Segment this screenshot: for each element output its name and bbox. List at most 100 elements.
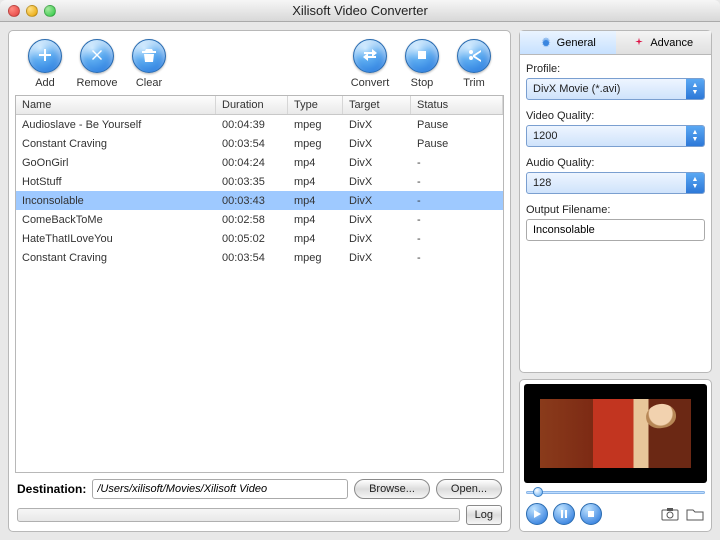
close-window-button[interactable] bbox=[8, 5, 20, 17]
trim-button[interactable]: Trim bbox=[448, 39, 500, 89]
open-button[interactable]: Open... bbox=[436, 479, 502, 499]
cell-name: Constant Craving bbox=[16, 249, 216, 267]
remove-label: Remove bbox=[71, 77, 123, 89]
cell-target: DivX bbox=[343, 135, 411, 153]
chevron-updown-icon: ▲▼ bbox=[686, 79, 704, 99]
profile-select[interactable]: DivX Movie (*.avi) ▲▼ bbox=[526, 78, 705, 100]
preview-video[interactable] bbox=[524, 384, 707, 483]
cell-duration: 00:03:35 bbox=[216, 173, 288, 191]
table-row[interactable]: HotStuff00:03:35mp4DivX- bbox=[16, 172, 503, 191]
cell-duration: 00:04:39 bbox=[216, 116, 288, 134]
table-header: Name Duration Type Target Status bbox=[16, 96, 503, 115]
audio-quality-label: Audio Quality: bbox=[526, 157, 705, 169]
table-row[interactable]: HateThatILoveYou00:05:02mp4DivX- bbox=[16, 229, 503, 248]
table-row[interactable]: Audioslave - Be Yourself00:04:39mpegDivX… bbox=[16, 115, 503, 134]
cell-name: Inconsolable bbox=[16, 192, 216, 210]
chevron-updown-icon: ▲▼ bbox=[686, 173, 704, 193]
progress-bar bbox=[17, 508, 460, 522]
scissors-icon bbox=[466, 47, 482, 66]
cell-type: mpeg bbox=[288, 249, 343, 267]
snapshot-folder-button[interactable] bbox=[685, 506, 705, 522]
cell-type: mp4 bbox=[288, 173, 343, 191]
destination-input[interactable] bbox=[92, 479, 348, 499]
chevron-updown-icon: ▲▼ bbox=[686, 126, 704, 146]
cell-status: - bbox=[411, 192, 503, 210]
tab-general[interactable]: General bbox=[520, 31, 616, 55]
minimize-window-button[interactable] bbox=[26, 5, 38, 17]
cell-type: mpeg bbox=[288, 116, 343, 134]
cell-type: mp4 bbox=[288, 230, 343, 248]
audio-quality-select[interactable]: 128 ▲▼ bbox=[526, 172, 705, 194]
cell-target: DivX bbox=[343, 173, 411, 191]
cell-status: - bbox=[411, 211, 503, 229]
zoom-window-button[interactable] bbox=[44, 5, 56, 17]
convert-icon bbox=[362, 47, 378, 66]
main-toolbar: Add Remove Clear Convert Stop Trim bbox=[15, 37, 504, 95]
stop-label: Stop bbox=[396, 77, 448, 89]
output-filename-input[interactable] bbox=[526, 219, 705, 241]
convert-button[interactable]: Convert bbox=[344, 39, 396, 89]
cell-duration: 00:03:54 bbox=[216, 135, 288, 153]
preview-stop-button[interactable] bbox=[580, 503, 602, 525]
convert-label: Convert bbox=[344, 77, 396, 89]
tab-general-label: General bbox=[557, 37, 596, 49]
cell-status: Pause bbox=[411, 135, 503, 153]
remove-button[interactable]: Remove bbox=[71, 39, 123, 89]
cell-name: GoOnGirl bbox=[16, 154, 216, 172]
cell-name: ComeBackToMe bbox=[16, 211, 216, 229]
video-quality-label: Video Quality: bbox=[526, 110, 705, 122]
cell-name: Constant Craving bbox=[16, 135, 216, 153]
window-titlebar: Xilisoft Video Converter bbox=[0, 0, 720, 22]
x-icon bbox=[89, 47, 105, 66]
tab-advance[interactable]: Advance bbox=[616, 31, 712, 55]
cell-name: HateThatILoveYou bbox=[16, 230, 216, 248]
col-type[interactable]: Type bbox=[288, 96, 343, 114]
add-button[interactable]: Add bbox=[19, 39, 71, 89]
table-row[interactable]: Inconsolable00:03:43mp4DivX- bbox=[16, 191, 503, 210]
preview-play-button[interactable] bbox=[526, 503, 548, 525]
cell-target: DivX bbox=[343, 192, 411, 210]
cell-status: - bbox=[411, 249, 503, 267]
cell-duration: 00:04:24 bbox=[216, 154, 288, 172]
video-quality-select[interactable]: 1200 ▲▼ bbox=[526, 125, 705, 147]
file-table: Name Duration Type Target Status Audiosl… bbox=[15, 95, 504, 473]
stop-icon bbox=[414, 47, 430, 66]
cell-target: DivX bbox=[343, 230, 411, 248]
window-title: Xilisoft Video Converter bbox=[0, 3, 720, 18]
preview-frame bbox=[540, 399, 690, 468]
stop-button[interactable]: Stop bbox=[396, 39, 448, 89]
cell-status: - bbox=[411, 230, 503, 248]
preview-seek-slider[interactable] bbox=[526, 489, 705, 497]
cell-name: Audioslave - Be Yourself bbox=[16, 116, 216, 134]
table-row[interactable]: GoOnGirl00:04:24mp4DivX- bbox=[16, 153, 503, 172]
table-row[interactable]: Constant Craving00:03:54mpegDivX- bbox=[16, 248, 503, 267]
snapshot-button[interactable] bbox=[660, 506, 680, 522]
log-button[interactable]: Log bbox=[466, 505, 502, 525]
cell-duration: 00:03:43 bbox=[216, 192, 288, 210]
cell-status: - bbox=[411, 173, 503, 191]
clear-button[interactable]: Clear bbox=[123, 39, 175, 89]
table-row[interactable]: Constant Craving00:03:54mpegDivXPause bbox=[16, 134, 503, 153]
col-status[interactable]: Status bbox=[411, 96, 503, 114]
col-duration[interactable]: Duration bbox=[216, 96, 288, 114]
cell-target: DivX bbox=[343, 154, 411, 172]
cell-target: DivX bbox=[343, 249, 411, 267]
cell-type: mp4 bbox=[288, 211, 343, 229]
cell-type: mp4 bbox=[288, 192, 343, 210]
table-body: Audioslave - Be Yourself00:04:39mpegDivX… bbox=[16, 115, 503, 472]
audio-quality-value: 128 bbox=[527, 173, 686, 193]
destination-label: Destination: bbox=[17, 482, 86, 496]
sparkle-icon bbox=[633, 37, 645, 49]
profile-value: DivX Movie (*.avi) bbox=[527, 79, 686, 99]
col-target[interactable]: Target bbox=[343, 96, 411, 114]
video-quality-value: 1200 bbox=[527, 126, 686, 146]
cell-type: mp4 bbox=[288, 154, 343, 172]
cell-duration: 00:03:54 bbox=[216, 249, 288, 267]
cell-status: Pause bbox=[411, 116, 503, 134]
browse-button[interactable]: Browse... bbox=[354, 479, 430, 499]
col-name[interactable]: Name bbox=[16, 96, 216, 114]
add-label: Add bbox=[19, 77, 71, 89]
table-row[interactable]: ComeBackToMe00:02:58mp4DivX- bbox=[16, 210, 503, 229]
tab-advance-label: Advance bbox=[650, 37, 693, 49]
preview-pause-button[interactable] bbox=[553, 503, 575, 525]
